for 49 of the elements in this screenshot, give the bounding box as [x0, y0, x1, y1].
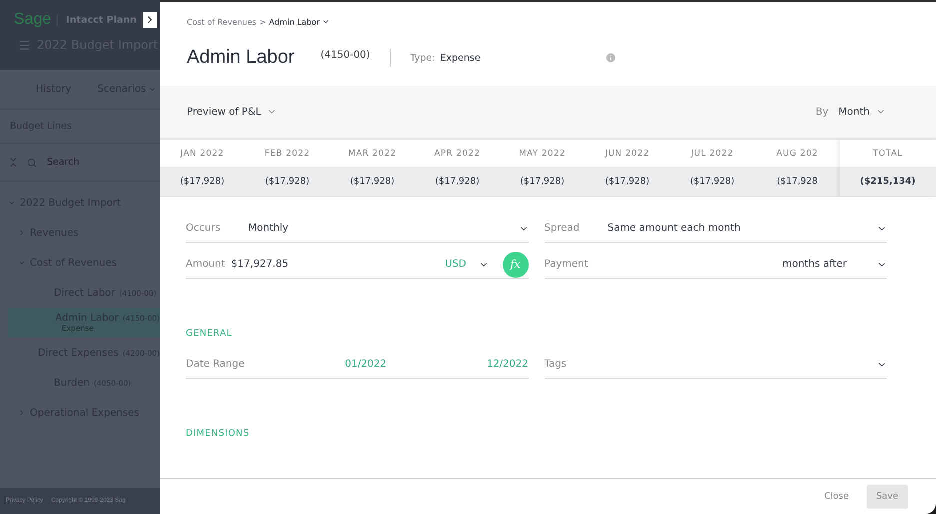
table-cell: ($17,928): [330, 167, 415, 197]
table-cell: ($17,928): [500, 167, 585, 197]
column-header: TOTAL: [872, 148, 904, 160]
column-header: JAN 2022: [179, 148, 226, 160]
type-value: Expense: [440, 52, 481, 64]
amount-field[interactable]: Amount $17,927.85 USD fx: [186, 251, 528, 279]
page-title: Admin Labor: [187, 47, 295, 69]
table-cell: ($17,928): [415, 167, 500, 197]
select-field[interactable]: Spread Same amount each month: [544, 215, 887, 243]
date-range-field[interactable]: Date Range 01/2022 12/2022: [186, 351, 528, 379]
by-label: By: [816, 106, 829, 118]
formula-button[interactable]: fx: [502, 252, 528, 278]
breadcrumb-link[interactable]: Cost of Revenues: [187, 18, 257, 26]
select-field[interactable]: Occurs Monthly: [186, 215, 528, 243]
chevron-right-icon: [18, 409, 26, 417]
table-cell: ($17,928: [755, 167, 840, 197]
column-header: MAR 2022: [347, 148, 398, 160]
breadcrumb-current[interactable]: Admin Labor: [269, 18, 330, 26]
table-cell: ($17,928): [245, 167, 330, 197]
total-cell: ($215,134): [840, 167, 936, 197]
preview-dropdown[interactable]: Preview of P&L: [187, 106, 278, 118]
collapse-all-icon[interactable]: [8, 157, 19, 168]
select-field[interactable]: Tags: [544, 351, 887, 379]
column-header: JUL 2022: [690, 148, 735, 160]
column-header: MAY 2022: [518, 148, 567, 160]
search-icon: [27, 158, 37, 168]
table-cell: ($17,928): [160, 167, 245, 197]
section-heading: DIMENSIONS: [186, 429, 251, 439]
column-header: JUN 2022: [604, 148, 651, 160]
close-button[interactable]: Close: [824, 492, 849, 502]
chevron-down-icon: [322, 18, 330, 26]
period-dropdown[interactable]: Month: [838, 106, 886, 118]
type-label: Type:: [410, 52, 436, 64]
chevron-down-icon: [18, 259, 26, 267]
account-code: (4150-00): [320, 50, 370, 60]
chevron-right-icon: [18, 229, 26, 237]
logo: Sage: [14, 11, 52, 29]
breadcrumb-separator: >: [260, 18, 266, 26]
column-header: APR 2022: [434, 148, 482, 160]
column-header: FEB 2022: [264, 148, 312, 160]
column-header: AUG 202: [776, 148, 820, 160]
info-icon[interactable]: [604, 52, 617, 64]
table-cell: ($17,928): [670, 167, 755, 197]
menu-icon[interactable]: [18, 38, 31, 52]
section-heading: GENERAL: [186, 329, 234, 339]
table-cell: ($17,928): [585, 167, 670, 197]
expand-button[interactable]: [142, 12, 157, 28]
select-field[interactable]: Payment months after: [544, 251, 887, 279]
chevron-down-icon: [8, 199, 16, 207]
